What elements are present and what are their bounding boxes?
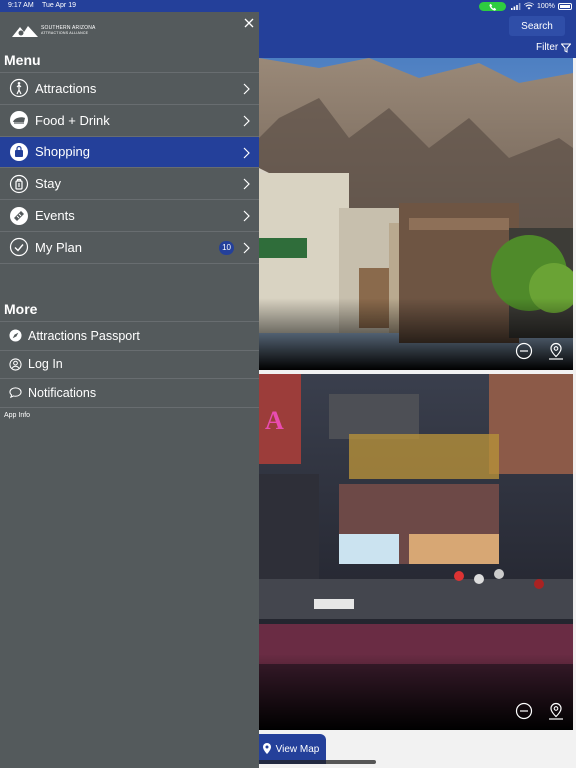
listing-card-2[interactable]: A (259, 374, 573, 730)
logo-line-2: ATTRACTIONS ALLIANCE (41, 31, 89, 35)
listing-card-1[interactable] (259, 58, 573, 370)
my-plan-count-badge: 10 (219, 240, 234, 255)
more-divider (0, 406, 259, 408)
chat-bubble-icon (9, 387, 22, 399)
funnel-icon (561, 43, 572, 53)
minus-circle-icon (515, 342, 533, 360)
more-item-notifications[interactable]: Notifications (0, 378, 259, 407)
more-title: More (4, 301, 38, 317)
minus-circle-icon (515, 702, 533, 720)
more-item-log-in[interactable]: Log In (0, 349, 259, 379)
map-pin-icon (549, 702, 563, 720)
card-actions (515, 342, 565, 360)
listing-photo-shopping-plaza (259, 58, 573, 370)
more-list: Attractions Passport Log In Notification… (0, 321, 259, 408)
chevron-right-icon (243, 147, 250, 159)
more-item-attractions-passport[interactable]: Attractions Passport (0, 321, 259, 350)
chevron-right-icon (243, 242, 250, 254)
remove-from-plan-button[interactable] (515, 702, 533, 720)
menu-title: Menu (4, 52, 41, 68)
menu-item-label: My Plan (35, 239, 82, 255)
ticket-icon (9, 206, 29, 226)
status-icons: 100% (511, 2, 572, 10)
map-pin-icon (549, 342, 563, 360)
map-pin-button[interactable] (547, 702, 565, 720)
chevron-right-icon (243, 178, 250, 190)
close-icon (244, 18, 254, 28)
menu-item-label: Events (35, 208, 75, 224)
menu-item-events[interactable]: Events (0, 199, 259, 231)
compass-icon (9, 329, 22, 342)
saaa-logo-icon (12, 26, 38, 37)
map-pin-button[interactable] (547, 342, 565, 360)
chevron-right-icon (243, 83, 250, 95)
signal-icon (511, 2, 521, 10)
more-item-label: Notifications (28, 385, 97, 400)
shopping-bag-icon (9, 142, 29, 162)
status-date: Tue Apr 19 (42, 2, 76, 9)
check-circle-icon (9, 237, 29, 257)
battery-icon (557, 2, 572, 10)
chevron-right-icon (243, 115, 250, 127)
status-bar: 9:17 AM Tue Apr 19 100% (0, 0, 576, 12)
filter-bar (259, 38, 576, 58)
menu-item-my-plan[interactable]: My Plan 10 (0, 230, 259, 263)
logo: SOUTHERN ARIZONA ATTRACTIONS ALLIANCE (12, 24, 96, 38)
menu-item-stay[interactable]: Stay (0, 167, 259, 199)
map-pin-icon (262, 743, 271, 754)
menu-item-label: Attractions (35, 80, 97, 96)
menu-item-label: Shopping (35, 144, 90, 160)
menu-item-label: Stay (35, 176, 62, 192)
menu-item-food-drink[interactable]: Food + Drink (0, 103, 259, 136)
battery-percent: 100% (537, 2, 555, 10)
menu-divider (0, 262, 259, 264)
menu-item-attractions[interactable]: Attractions (0, 72, 259, 104)
call-indicator[interactable] (479, 2, 506, 11)
view-map-label: View Map (275, 743, 320, 755)
app-info-link[interactable]: App Info (4, 412, 30, 419)
listing-photo-night-street: A (259, 374, 573, 730)
status-time: 9:17 AM (8, 2, 34, 9)
filter-label: Filter (536, 42, 559, 53)
chevron-right-icon (243, 210, 250, 222)
remove-from-plan-button[interactable] (515, 342, 533, 360)
menu-item-shopping[interactable]: Shopping (0, 135, 259, 168)
drawer-menu: Attractions Food + Drink Shopping Stay E… (0, 72, 259, 264)
close-button[interactable] (242, 16, 256, 30)
wifi-icon (524, 2, 534, 10)
user-icon (9, 358, 22, 371)
dish-icon (9, 110, 29, 130)
more-item-label: Attractions Passport (28, 328, 140, 343)
walking-person-icon (9, 78, 29, 98)
more-item-label: Log In (28, 357, 63, 372)
luggage-icon (9, 174, 29, 194)
card-actions (515, 702, 565, 720)
phone-icon (488, 3, 496, 11)
navigation-drawer: SOUTHERN ARIZONA ATTRACTIONS ALLIANCE Me… (0, 12, 259, 768)
svg-text:A: A (265, 406, 284, 435)
search-button[interactable]: Search (509, 16, 565, 36)
menu-item-label: Food + Drink (35, 112, 110, 128)
filter-button[interactable]: Filter (536, 42, 572, 53)
